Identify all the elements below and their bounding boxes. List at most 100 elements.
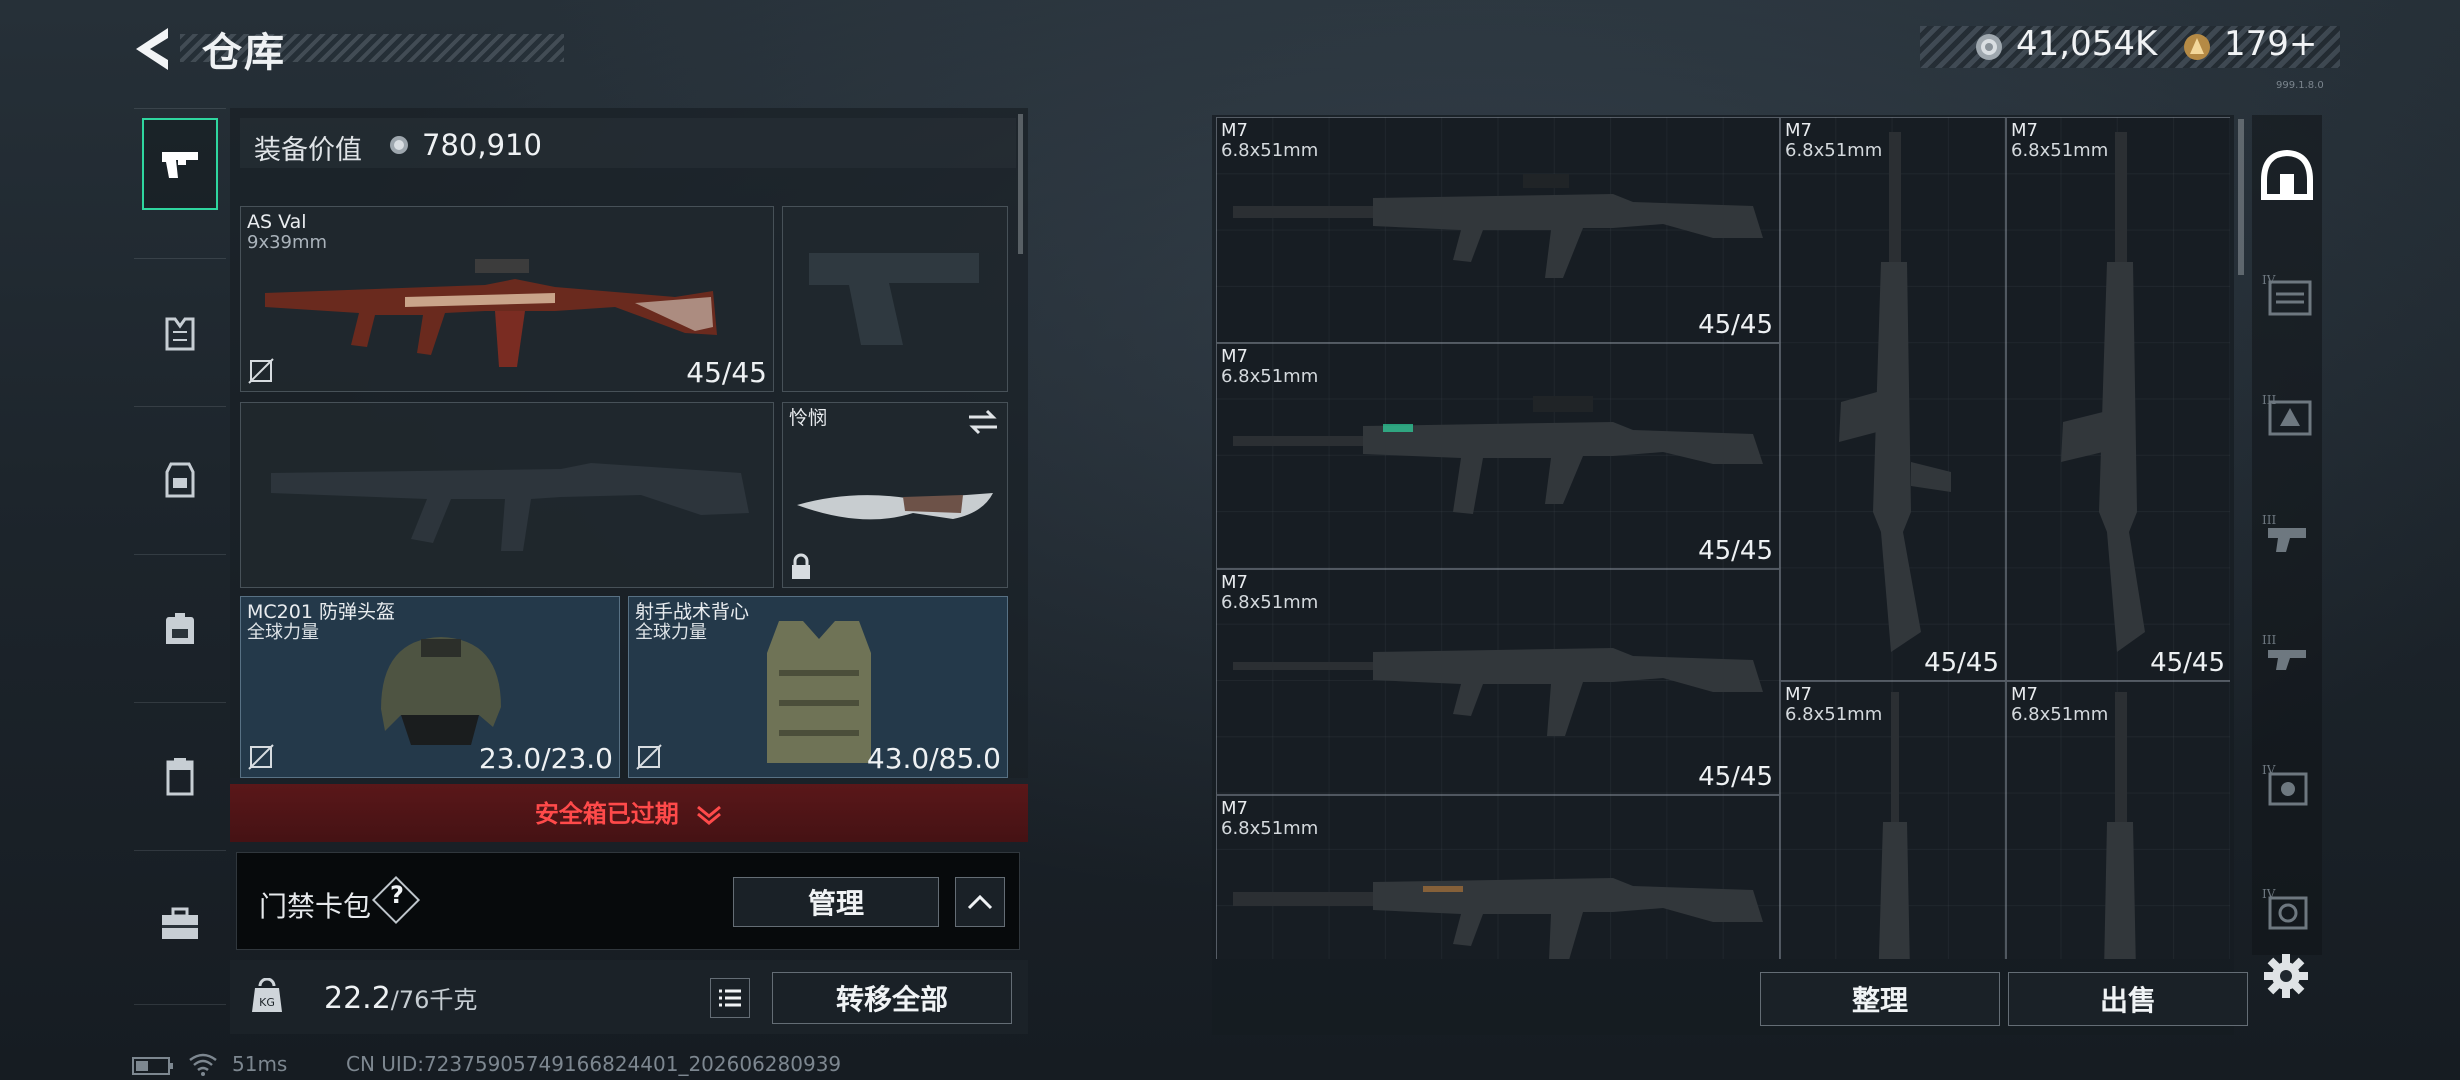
m7-rifle-vertical-image bbox=[1839, 132, 1951, 652]
nav-item-armor[interactable] bbox=[142, 288, 218, 380]
m7-rifle-image bbox=[1233, 648, 1763, 736]
manage-button[interactable]: 管理 bbox=[733, 877, 939, 927]
pistol-slot-empty[interactable] bbox=[782, 206, 1008, 392]
no-sell-icon bbox=[247, 743, 275, 771]
tab-container-iii[interactable]: III bbox=[2258, 505, 2316, 565]
loadout-panel: 装备价值 780,910 AS Val 9x39mm 45/45 怜悯 MC20… bbox=[230, 108, 1028, 778]
stash-item-m7[interactable]: M7 6.8x51mm 45/45 bbox=[2006, 117, 2230, 681]
tab-container-iii[interactable]: III bbox=[2258, 625, 2316, 685]
gold-amount[interactable]: 179+ bbox=[2224, 24, 2317, 64]
tab-container-iv[interactable]: IV bbox=[2258, 265, 2316, 325]
primary-weapon-slot[interactable]: AS Val 9x39mm 45/45 bbox=[240, 206, 774, 392]
collapse-button[interactable] bbox=[955, 877, 1005, 927]
transfer-all-button[interactable]: 转移全部 bbox=[772, 972, 1012, 1024]
as-val-image bbox=[265, 259, 717, 367]
weight-current: 22.2/76千克 bbox=[324, 981, 478, 1016]
vest-image bbox=[767, 621, 871, 763]
vest-brand: 全球力量 bbox=[635, 622, 707, 643]
container-iv-icon: IV bbox=[2260, 762, 2314, 808]
melee-slot[interactable]: 怜悯 bbox=[782, 402, 1008, 588]
svg-text:III: III bbox=[2262, 633, 2276, 647]
pouch-icon bbox=[164, 756, 196, 796]
battery-icon bbox=[132, 1056, 174, 1076]
nav-item-pouch[interactable] bbox=[142, 730, 218, 822]
nav-item-chest-rig[interactable] bbox=[142, 434, 218, 526]
m7-rifle-image bbox=[1233, 174, 1763, 278]
silver-coin-icon bbox=[1974, 32, 2004, 62]
page-title: 仓库 bbox=[202, 30, 286, 76]
no-sell-icon bbox=[247, 357, 275, 385]
vest-name: 射手战术背心 bbox=[635, 601, 750, 623]
vest-icon bbox=[163, 316, 197, 352]
chevron-up-icon bbox=[967, 894, 993, 910]
karambit-image bbox=[797, 493, 993, 520]
svg-text:KG: KG bbox=[259, 996, 275, 1009]
vest-durability: 43.0/85.0 bbox=[866, 742, 1001, 775]
stash-item-m7[interactable]: M7 6.8x51mm 45/45 bbox=[1216, 117, 1780, 343]
stash-item-m7[interactable]: M7 6.8x51mm bbox=[2006, 681, 2230, 959]
uid-text: CN UID:72375905749166824401_202606280939 bbox=[346, 1052, 842, 1076]
stash-item-m7[interactable]: M7 6.8x51mm bbox=[1216, 795, 1780, 959]
nav-item-weapons[interactable] bbox=[142, 118, 218, 210]
silver-coin-icon bbox=[388, 134, 410, 156]
container-iii-icon: III bbox=[2260, 392, 2314, 438]
weapon-ammo: 45/45 bbox=[686, 356, 767, 389]
tab-container-iv[interactable]: IV bbox=[2258, 879, 2316, 939]
rig-icon bbox=[163, 460, 197, 500]
safebox-label: 安全箱已过期 bbox=[534, 800, 679, 828]
back-arrow-icon[interactable] bbox=[128, 22, 180, 76]
m7-rifle-image bbox=[1233, 396, 1763, 514]
helmet-slot[interactable]: MC201 防弹头盔 全球力量 23.0/23.0 bbox=[240, 596, 620, 778]
help-mark: ? bbox=[390, 881, 404, 909]
pistol-icon bbox=[158, 144, 202, 184]
tab-stash-home[interactable] bbox=[2258, 145, 2316, 205]
m7-rifle-vertical-image bbox=[2104, 692, 2136, 959]
safebox-expired-banner[interactable]: 安全箱已过期 bbox=[230, 784, 1028, 842]
silver-amount: 41,054K bbox=[2016, 24, 2158, 64]
stash-home-icon bbox=[2260, 150, 2314, 200]
lock-icon bbox=[789, 553, 813, 581]
equipment-value-row: 装备价值 780,910 bbox=[240, 118, 1016, 168]
sell-button[interactable]: 出售 bbox=[2008, 972, 2248, 1026]
stash-item-m7[interactable]: M7 6.8x51mm 45/45 bbox=[1780, 117, 2006, 681]
tab-container-iv[interactable]: IV bbox=[2258, 755, 2316, 815]
weight-max: /76千克 bbox=[390, 986, 478, 1014]
nav-item-backpack[interactable] bbox=[142, 582, 218, 674]
no-sell-icon bbox=[635, 743, 663, 771]
container-iv-icon: IV bbox=[2260, 272, 2314, 318]
stash-item-m7[interactable]: M7 6.8x51mm bbox=[1780, 681, 2006, 959]
stash-scrollbar[interactable] bbox=[2238, 119, 2244, 275]
rifle-silhouette-icon bbox=[271, 463, 749, 551]
stash-item-m7[interactable]: M7 6.8x51mm 45/45 bbox=[1216, 569, 1780, 795]
container-iv-icon: IV bbox=[2260, 886, 2314, 932]
stash-item-m7[interactable]: M7 6.8x51mm 45/45 bbox=[1216, 343, 1780, 569]
weight-bar: KG 22.2/76千克 转移全部 bbox=[230, 960, 1028, 1034]
m7-rifle-vertical-image bbox=[2061, 132, 2145, 652]
nav-item-case[interactable] bbox=[142, 878, 218, 970]
settings-gear-icon[interactable] bbox=[2262, 952, 2310, 1000]
sort-button[interactable]: 整理 bbox=[1760, 972, 2000, 1026]
weight-kg-icon: KG bbox=[250, 978, 284, 1014]
briefcase-icon bbox=[160, 907, 200, 941]
list-view-button[interactable] bbox=[710, 978, 750, 1018]
tab-container-iii[interactable]: III bbox=[2258, 385, 2316, 445]
container-tabs: IV III III III IV IV bbox=[2252, 115, 2322, 955]
container-iii-icon: III bbox=[2260, 632, 2314, 678]
loadout-scrollbar[interactable] bbox=[1018, 114, 1023, 254]
version-text: 999.1.8.0 bbox=[2276, 80, 2324, 91]
m7-rifle-vertical-image bbox=[1878, 692, 1910, 959]
list-icon bbox=[718, 989, 742, 1007]
wifi-icon bbox=[188, 1052, 218, 1076]
category-nav bbox=[134, 108, 226, 1008]
melee-name: 怜悯 bbox=[789, 407, 828, 429]
secondary-weapon-slot-empty[interactable] bbox=[240, 402, 774, 588]
gold-coin-icon bbox=[2182, 32, 2212, 62]
keycard-bag-row: 门禁卡包 ? 管理 bbox=[236, 852, 1020, 950]
m7-rifle-image bbox=[1233, 878, 1763, 959]
vest-slot[interactable]: 射手战术背心 全球力量 43.0/85.0 bbox=[628, 596, 1008, 778]
chevron-down-icon bbox=[695, 804, 723, 826]
swap-icon[interactable] bbox=[967, 409, 999, 435]
equipment-value-label: 装备价值 bbox=[254, 135, 362, 166]
svg-text:III: III bbox=[2262, 513, 2276, 527]
stash-panel: M7 6.8x51mm 45/45 M7 6.8x51mm 45/45 M7 6… bbox=[1212, 115, 2248, 1035]
